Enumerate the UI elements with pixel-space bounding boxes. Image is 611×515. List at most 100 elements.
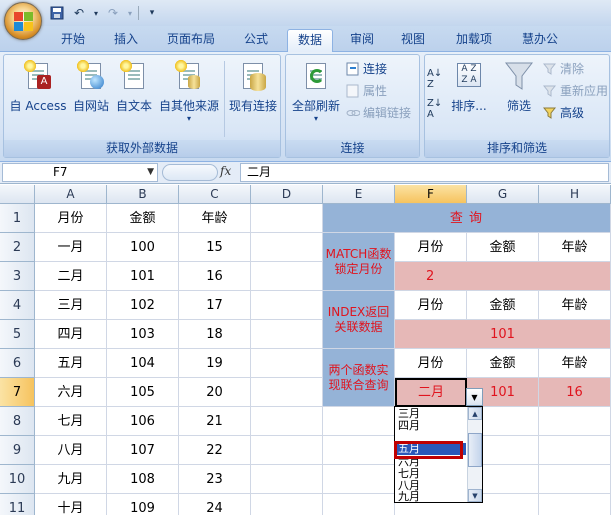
index-label-cell[interactable]: INDEX返回关联数据 xyxy=(323,291,395,349)
cell[interactable] xyxy=(251,233,323,262)
cell[interactable]: 108 xyxy=(107,465,179,494)
cell[interactable] xyxy=(251,204,323,233)
column-header[interactable]: D xyxy=(251,185,323,204)
name-box[interactable]: F7 ▼ xyxy=(2,163,158,182)
cell[interactable]: 100 xyxy=(107,233,179,262)
cell[interactable]: 21 xyxy=(179,407,251,436)
cell[interactable]: 月份 xyxy=(35,204,107,233)
cell[interactable] xyxy=(539,465,611,494)
cell[interactable]: 107 xyxy=(107,436,179,465)
row-header[interactable]: 4 xyxy=(0,291,35,320)
scroll-up-icon[interactable]: ▲ xyxy=(468,407,482,420)
row-header[interactable]: 11 xyxy=(0,494,35,515)
match-result-cell[interactable]: 2 xyxy=(395,262,611,291)
properties-button[interactable]: 属性 xyxy=(346,81,387,101)
column-header[interactable]: B xyxy=(107,185,179,204)
cell[interactable] xyxy=(539,407,611,436)
row-header[interactable]: 8 xyxy=(0,407,35,436)
cell[interactable] xyxy=(539,494,611,515)
cell[interactable]: 16 xyxy=(539,378,611,407)
cell[interactable] xyxy=(323,436,395,465)
cell[interactable] xyxy=(251,436,323,465)
tab-huibangong[interactable]: 慧办公 xyxy=(512,29,568,52)
chevron-down-icon[interactable]: ▼ xyxy=(147,164,154,181)
cell[interactable] xyxy=(323,494,395,515)
sort-ascending-button[interactable]: A↓ Z xyxy=(427,68,442,90)
cell[interactable]: 金额 xyxy=(467,349,539,378)
filter-button[interactable]: 筛选 xyxy=(499,59,539,114)
cell[interactable]: 八月 xyxy=(35,436,107,465)
save-icon[interactable] xyxy=(48,4,66,22)
cell[interactable] xyxy=(251,465,323,494)
from-other-sources-button[interactable]: 自其他来源 ▾ xyxy=(156,59,222,123)
scroll-thumb[interactable] xyxy=(468,433,482,467)
cell[interactable]: 103 xyxy=(107,320,179,349)
column-header[interactable]: G xyxy=(467,185,539,204)
cell[interactable]: 109 xyxy=(107,494,179,515)
cell[interactable]: 104 xyxy=(107,349,179,378)
column-header[interactable]: H xyxy=(539,185,611,204)
cell[interactable]: 四月 xyxy=(35,320,107,349)
undo-dropdown-icon[interactable]: ▾ xyxy=(92,4,100,22)
cell[interactable] xyxy=(251,378,323,407)
select-all-corner[interactable] xyxy=(0,185,35,204)
cell[interactable]: 24 xyxy=(179,494,251,515)
dropdown-option[interactable]: 三月 xyxy=(396,408,466,420)
existing-connections-button[interactable]: 现有连接 xyxy=(226,59,280,114)
column-header[interactable]: A xyxy=(35,185,107,204)
row-header[interactable]: 5 xyxy=(0,320,35,349)
match-label-cell[interactable]: MATCH函数锁定月份 xyxy=(323,233,395,291)
cell[interactable] xyxy=(251,262,323,291)
cell[interactable]: 九月 xyxy=(35,465,107,494)
scroll-down-icon[interactable]: ▼ xyxy=(468,489,482,502)
cell[interactable]: 15 xyxy=(179,233,251,262)
formula-bar-handle[interactable] xyxy=(162,164,218,181)
cell[interactable]: 七月 xyxy=(35,407,107,436)
cell[interactable]: 六月 xyxy=(35,378,107,407)
cell[interactable]: 106 xyxy=(107,407,179,436)
cell[interactable]: 十月 xyxy=(35,494,107,515)
redo-icon[interactable]: ↷ xyxy=(104,4,122,22)
from-text-button[interactable]: 自文本 xyxy=(113,59,155,114)
row-header[interactable]: 1 xyxy=(0,204,35,233)
cell[interactable]: 22 xyxy=(179,436,251,465)
tab-data[interactable]: 数据 xyxy=(287,29,333,52)
column-header[interactable]: F xyxy=(395,185,467,204)
combo-label-cell[interactable]: 两个函数实现联合查询 xyxy=(323,349,395,407)
cell[interactable] xyxy=(539,436,611,465)
column-header[interactable]: E xyxy=(323,185,395,204)
dropdown-option[interactable]: 四月 xyxy=(396,420,466,432)
from-web-button[interactable]: 自网站 xyxy=(70,59,112,114)
row-header[interactable]: 2 xyxy=(0,233,35,262)
tab-review[interactable]: 审阅 xyxy=(340,29,384,52)
tab-insert[interactable]: 插入 xyxy=(104,29,148,52)
sort-descending-button[interactable]: Z↓ A xyxy=(427,98,442,120)
cell[interactable]: 金额 xyxy=(467,233,539,262)
dropdown-option[interactable]: 七月 xyxy=(396,468,466,480)
cell[interactable]: 102 xyxy=(107,291,179,320)
sort-button[interactable]: A ZZ A 排序... xyxy=(449,59,489,114)
cell[interactable]: 金额 xyxy=(467,291,539,320)
refresh-all-button[interactable]: 全部刷新 ▾ xyxy=(288,59,344,123)
cell[interactable]: 月份 xyxy=(395,233,467,262)
cell[interactable] xyxy=(251,494,323,515)
query-title-cell[interactable]: 查 询 xyxy=(323,204,611,233)
row-header[interactable]: 7 xyxy=(0,378,35,407)
cell[interactable]: 20 xyxy=(179,378,251,407)
from-access-button[interactable]: A 自 Access xyxy=(8,59,68,114)
formula-input[interactable]: 二月 xyxy=(240,163,609,182)
cell[interactable] xyxy=(251,291,323,320)
tab-view[interactable]: 视图 xyxy=(392,29,434,52)
cell[interactable]: 一月 xyxy=(35,233,107,262)
cell[interactable]: 金额 xyxy=(107,204,179,233)
column-header[interactable]: C xyxy=(179,185,251,204)
cell[interactable]: 17 xyxy=(179,291,251,320)
cell[interactable]: 五月 xyxy=(35,349,107,378)
clear-button[interactable]: 清除 xyxy=(542,59,584,79)
cell[interactable]: 19 xyxy=(179,349,251,378)
cell[interactable]: 月份 xyxy=(395,349,467,378)
active-cell-f7[interactable]: 二月 xyxy=(395,378,467,407)
cell[interactable]: 月份 xyxy=(395,291,467,320)
advanced-button[interactable]: 高级 xyxy=(542,103,584,123)
cell[interactable]: 年龄 xyxy=(539,291,611,320)
